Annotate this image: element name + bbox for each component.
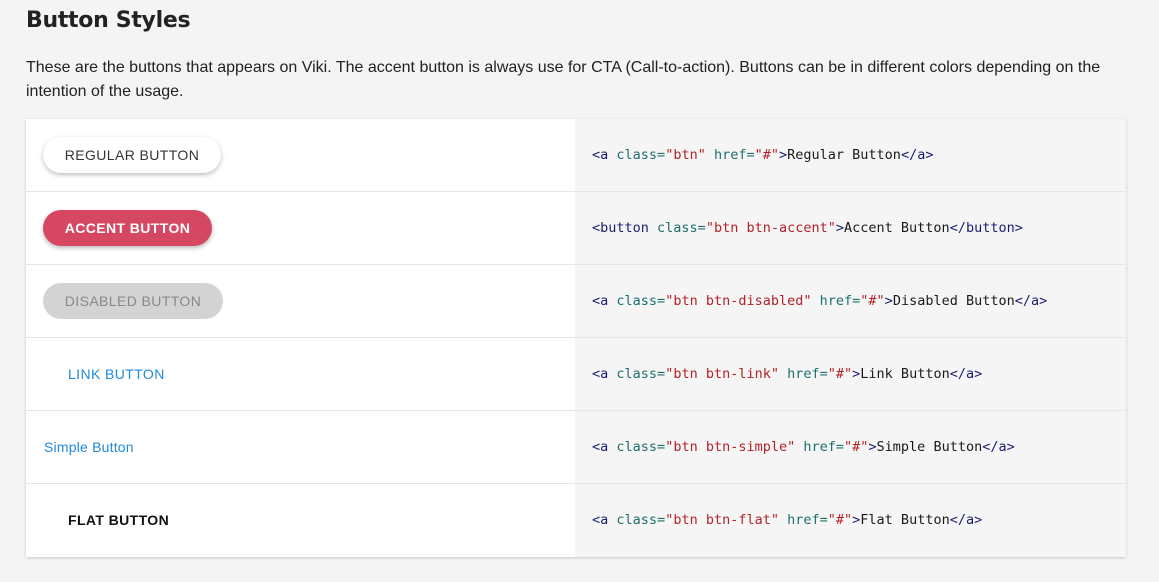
code-text: Accent Button xyxy=(844,220,950,236)
code-attr: href= xyxy=(787,512,828,528)
code-value: "#" xyxy=(827,366,853,382)
code-snippet-accent: <button class="btn btn-accent">Accent Bu… xyxy=(592,220,1023,236)
button-styles-panel: REGULAR BUTTON <a class="btn" href="#">R… xyxy=(26,119,1126,557)
code-value: "#" xyxy=(844,439,869,455)
code-value: "btn btn-link" xyxy=(665,366,779,382)
code-attr: href= xyxy=(819,293,861,309)
code-tag: <button xyxy=(592,220,649,236)
code-value: "btn btn-accent" xyxy=(705,220,836,236)
button-row-disabled: DISABLED BUTTON <a class="btn btn-disabl… xyxy=(26,265,1126,338)
code-text: Link Button xyxy=(860,366,950,382)
regular-button[interactable]: REGULAR BUTTON xyxy=(43,137,221,173)
code-attr: class= xyxy=(616,439,666,455)
code-tag: </button> xyxy=(949,220,1023,236)
code-attr: class= xyxy=(616,366,666,382)
code-tag: <a xyxy=(592,293,609,309)
code-attr: class= xyxy=(616,293,666,309)
code-text: Disabled Button xyxy=(892,293,1015,309)
code-tag: <a xyxy=(592,366,609,382)
code-value: "#" xyxy=(827,512,853,528)
code-snippet-regular: <a class="btn" href="#">Regular Button</… xyxy=(592,147,933,163)
code-value: "btn btn-disabled" xyxy=(665,293,812,309)
code-tag: > xyxy=(779,147,788,163)
code-value: "#" xyxy=(754,147,779,163)
button-row-accent: ACCENT BUTTON <button class="btn btn-acc… xyxy=(26,192,1126,265)
code-text: Flat Button xyxy=(860,512,950,528)
code-value: "#" xyxy=(860,293,885,309)
code-attr: class= xyxy=(657,220,706,236)
link-button[interactable]: LINK BUTTON xyxy=(68,356,165,392)
simple-button[interactable]: Simple Button xyxy=(44,429,134,465)
flat-button[interactable]: FLAT BUTTON xyxy=(68,502,169,538)
page-title: Button Styles xyxy=(26,8,191,33)
code-snippet-link: <a class="btn btn-link" href="#">Link Bu… xyxy=(592,366,982,382)
code-tag: > xyxy=(868,439,877,455)
code-attr: class= xyxy=(616,147,666,163)
button-row-simple: Simple Button <a class="btn btn-simple" … xyxy=(26,411,1126,484)
disabled-button: DISABLED BUTTON xyxy=(43,283,223,319)
code-tag: <a xyxy=(592,512,609,528)
code-tag: > xyxy=(835,220,845,236)
code-attr: href= xyxy=(803,439,845,455)
code-attr: href= xyxy=(713,147,755,163)
code-tag: </a> xyxy=(949,512,983,528)
page-description: These are the buttons that appears on Vi… xyxy=(26,59,1101,100)
code-tag: </a> xyxy=(1014,293,1048,309)
page: Button Styles These are the buttons that… xyxy=(0,0,1159,582)
code-tag: </a> xyxy=(900,147,934,163)
code-value: "btn btn-flat" xyxy=(665,512,779,528)
code-value: "btn" xyxy=(665,147,706,163)
code-tag: <a xyxy=(592,439,609,455)
accent-button[interactable]: ACCENT BUTTON xyxy=(43,210,212,246)
code-tag: > xyxy=(884,293,893,309)
code-attr: class= xyxy=(616,512,666,528)
code-tag: </a> xyxy=(982,439,1015,455)
button-row-link: LINK BUTTON <a class="btn btn-link" href… xyxy=(26,338,1126,411)
button-row-flat: FLAT BUTTON <a class="btn btn-flat" href… xyxy=(26,484,1126,557)
code-tag: <a xyxy=(592,147,609,163)
code-text: Simple Button xyxy=(876,439,983,455)
button-row-regular: REGULAR BUTTON <a class="btn" href="#">R… xyxy=(26,119,1126,192)
code-text: Regular Button xyxy=(787,147,901,163)
code-value: "btn btn-simple" xyxy=(665,439,796,455)
code-tag: </a> xyxy=(949,366,983,382)
code-snippet-flat: <a class="btn btn-flat" href="#">Flat Bu… xyxy=(592,512,982,528)
code-snippet-disabled: <a class="btn btn-disabled" href="#">Dis… xyxy=(592,293,1047,309)
code-attr: href= xyxy=(787,366,828,382)
code-snippet-simple: <a class="btn btn-simple" href="#">Simpl… xyxy=(592,439,1015,455)
